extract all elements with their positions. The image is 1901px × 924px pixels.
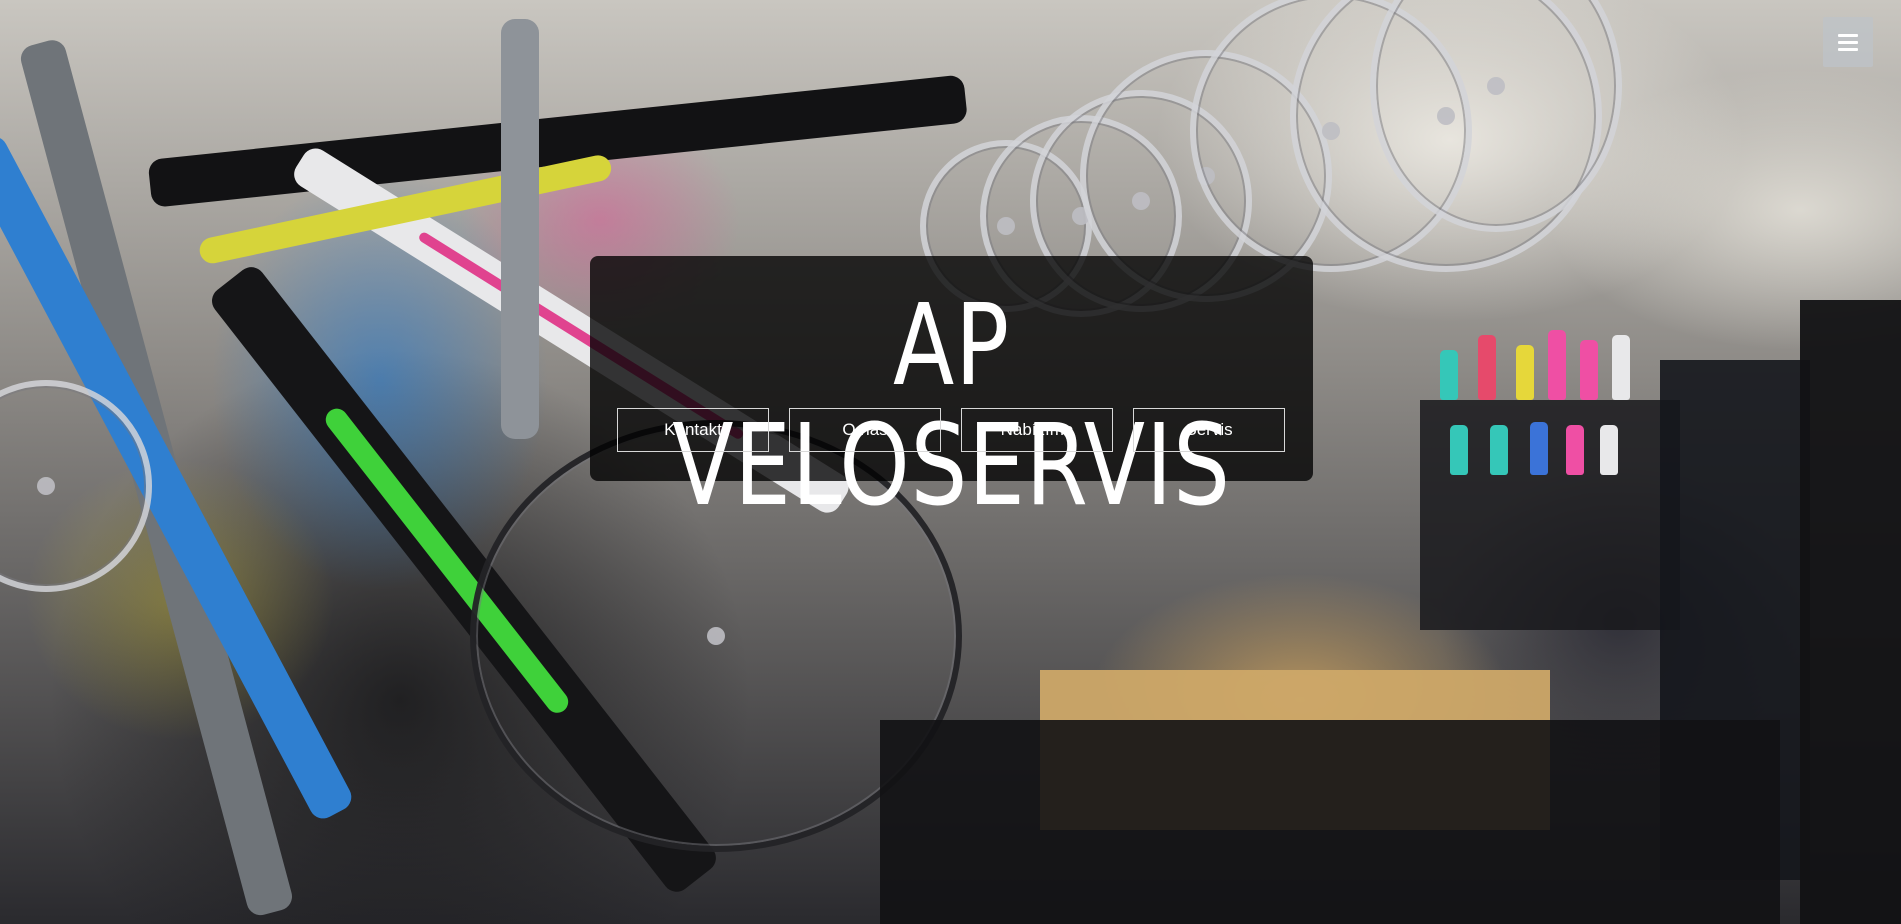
- bottle-9: [1530, 422, 1548, 475]
- bottle-2: [1478, 335, 1496, 400]
- hamburger-menu-icon-bar: [1838, 47, 1858, 51]
- nav-button-nabizime[interactable]: Nabízíme: [961, 408, 1113, 452]
- bottle-10: [1566, 425, 1584, 475]
- bottle-1: [1440, 350, 1458, 400]
- shelf-tires: [1800, 300, 1901, 924]
- bottle-5: [1580, 340, 1598, 400]
- bottle-4: [1548, 330, 1566, 400]
- nav-button-o-nas[interactable]: O nás: [789, 408, 941, 452]
- bottle-11: [1600, 425, 1618, 475]
- bottle-8: [1490, 425, 1508, 475]
- nav-button-servis[interactable]: Servis: [1133, 408, 1285, 452]
- bikes-bottom: [880, 720, 1780, 924]
- bottle-3: [1516, 345, 1534, 400]
- bike-frame-grey-2: [501, 19, 539, 439]
- bottle-7: [1450, 425, 1468, 475]
- hamburger-menu-icon: [1838, 33, 1858, 37]
- hero-section: AP VELOSERVIS Kontakt O nás Nabízíme Ser…: [0, 0, 1901, 924]
- site-title: AP VELOSERVIS: [672, 281, 1231, 531]
- hamburger-menu-button[interactable]: [1823, 17, 1873, 67]
- bottle-6: [1612, 335, 1630, 400]
- nav-button-kontakt[interactable]: Kontakt: [617, 408, 769, 452]
- hamburger-menu-icon-bar: [1838, 40, 1858, 44]
- title-panel: AP VELOSERVIS Kontakt O nás Nabízíme Ser…: [590, 256, 1313, 526]
- main-nav: Kontakt O nás Nabízíme Servis: [617, 408, 1285, 452]
